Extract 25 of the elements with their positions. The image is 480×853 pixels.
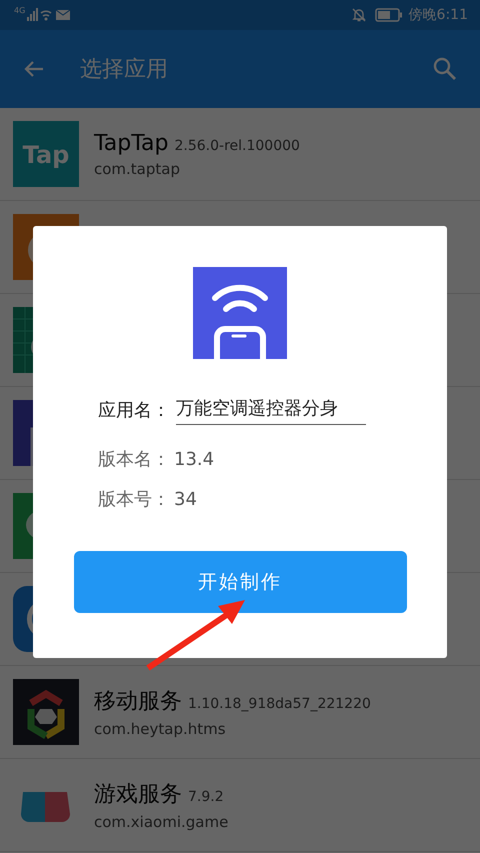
app-name: TapTap bbox=[94, 130, 168, 156]
app-version: 1.10.18_918da57_221220 bbox=[188, 696, 371, 712]
app-name: 移动服务 bbox=[94, 688, 182, 716]
field-value: 13.4 bbox=[174, 448, 214, 470]
app-name-field[interactable]: 万能空调遥控器分身 bbox=[176, 395, 366, 425]
signal-wifi-mail-icon bbox=[27, 8, 72, 22]
package-name: com.taptap bbox=[94, 160, 181, 178]
network-type: 4G bbox=[14, 6, 26, 15]
app-icon bbox=[13, 679, 79, 745]
field-label: 应用名： bbox=[98, 399, 170, 422]
package-name: com.heytap.htms bbox=[94, 720, 227, 738]
app-name: 游戏服务 bbox=[94, 781, 182, 809]
bell-off-icon bbox=[350, 7, 367, 23]
remote-app-icon bbox=[193, 267, 287, 359]
field-value: 34 bbox=[174, 488, 197, 510]
battery-icon bbox=[374, 8, 403, 22]
field-label: 版本号： bbox=[98, 488, 170, 511]
field-label: 版本名： bbox=[98, 448, 170, 471]
app-version: 7.9.2 bbox=[188, 789, 224, 805]
app-version: 2.56.0-rel.100000 bbox=[174, 138, 300, 154]
screen-title: 选择应用 bbox=[80, 56, 169, 84]
status-time: 傍晚6:11 bbox=[408, 6, 468, 24]
package-name: com.xiaomi.game bbox=[94, 813, 228, 831]
search-icon[interactable] bbox=[432, 56, 458, 82]
app-icon: Tap bbox=[13, 121, 79, 187]
